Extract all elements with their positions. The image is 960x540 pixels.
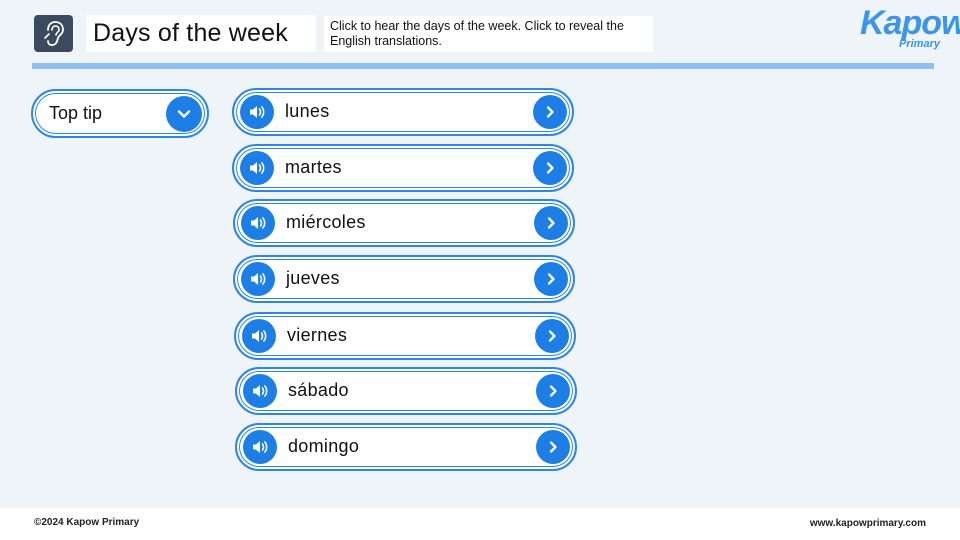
chevron-right-icon[interactable] xyxy=(533,151,567,185)
top-tip-dropdown[interactable]: Top tip xyxy=(31,89,209,138)
speaker-icon[interactable] xyxy=(243,374,277,408)
chevron-down-icon[interactable] xyxy=(166,96,202,132)
chevron-right-icon[interactable] xyxy=(534,262,568,296)
chevron-right-icon[interactable] xyxy=(534,206,568,240)
title-box: Days of the week xyxy=(86,15,316,52)
speaker-icon[interactable] xyxy=(242,319,276,353)
day-label: lunes xyxy=(285,101,330,121)
day-label: martes xyxy=(285,157,342,177)
day-item: jueves xyxy=(233,255,575,303)
footer-url: www.kapowprimary.com xyxy=(809,518,926,529)
footer-copyright: ©2024 Kapow Primary xyxy=(34,517,140,528)
chevron-right-icon[interactable] xyxy=(533,95,567,129)
kapow-logo: Kapow Primary xyxy=(858,4,960,56)
speaker-icon[interactable] xyxy=(241,262,275,296)
header-divider xyxy=(32,63,934,69)
ear-icon xyxy=(34,15,73,52)
day-item: martes xyxy=(232,144,574,192)
day-item: viernes xyxy=(234,312,576,360)
day-item: domingo xyxy=(235,423,577,471)
day-item: miércoles xyxy=(233,199,575,247)
speaker-icon[interactable] xyxy=(241,206,275,240)
top-tip-label: Top tip xyxy=(49,103,103,123)
day-label: viernes xyxy=(287,325,348,345)
logo-sub-text: Primary xyxy=(899,38,940,50)
speaker-icon[interactable] xyxy=(243,430,277,464)
day-item: sábado xyxy=(235,367,577,415)
day-label: domingo xyxy=(288,436,360,456)
chevron-right-icon[interactable] xyxy=(535,319,569,353)
day-item: lunes xyxy=(232,88,574,136)
speaker-icon[interactable] xyxy=(240,151,274,185)
speaker-icon[interactable] xyxy=(240,95,274,129)
chevron-right-icon[interactable] xyxy=(536,430,570,464)
footer: ©2024 Kapow Primary www.kapowprimary.com xyxy=(0,508,960,540)
day-label: jueves xyxy=(286,268,340,288)
page-title: Days of the week xyxy=(93,19,288,47)
day-label: miércoles xyxy=(286,212,366,232)
instructions: Click to hear the days of the week. Clic… xyxy=(324,16,653,52)
chevron-right-icon[interactable] xyxy=(536,374,570,408)
day-label: sábado xyxy=(288,380,349,400)
